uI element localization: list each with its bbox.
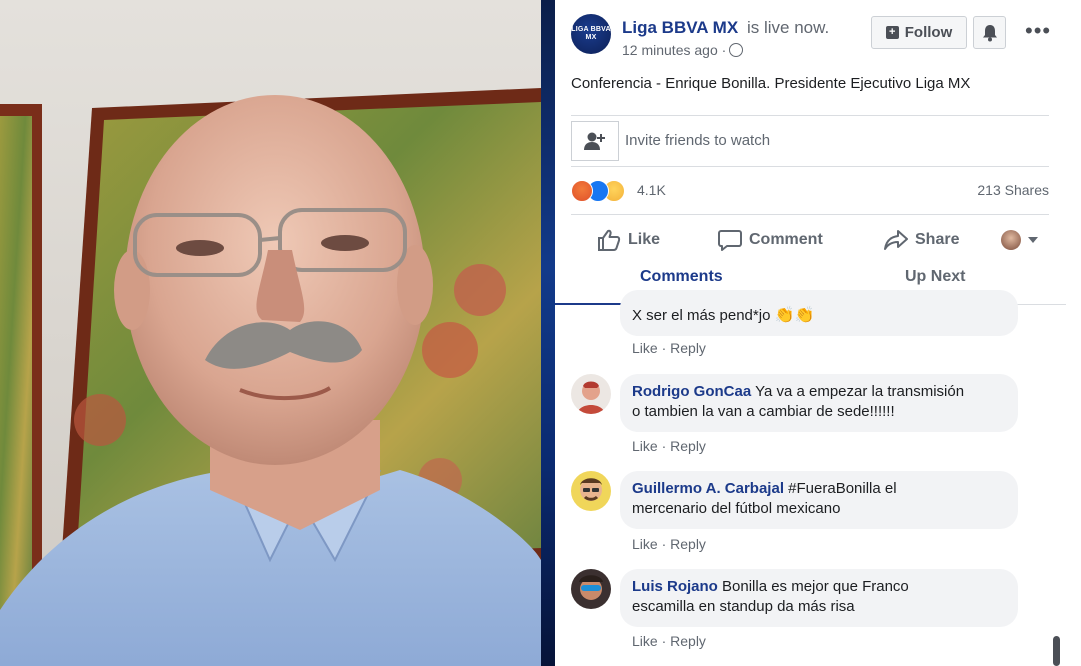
comment-button[interactable]: Comment	[718, 229, 823, 251]
comment-reply-link[interactable]: Reply	[670, 536, 706, 552]
tab-up-next[interactable]: Up Next	[905, 268, 965, 286]
add-friend-icon	[584, 132, 605, 150]
follow-plus-icon: +	[885, 26, 899, 39]
comment-text: #FueraBonilla el	[788, 480, 897, 497]
more-options-icon[interactable]: •••	[1025, 18, 1051, 44]
avatar-image	[571, 374, 611, 414]
commenter-avatar[interactable]	[571, 471, 611, 511]
reaction-count[interactable]: 4.1K	[637, 182, 666, 198]
comment-bubble: Rodrigo GonCaa Ya va a empezar la transm…	[620, 374, 1018, 432]
live-status: is live now.	[747, 18, 830, 37]
comment-meta: Like · Reply	[632, 536, 706, 552]
video-frame	[0, 0, 541, 666]
divider	[541, 0, 555, 666]
share-icon	[884, 230, 908, 250]
comment-meta: Like · Reply	[632, 340, 706, 356]
follow-button[interactable]: + Follow	[871, 16, 967, 49]
comment-reply-link[interactable]: Reply	[670, 438, 706, 454]
clapping-hands-emoji: 👏👏	[774, 307, 815, 324]
divider-line	[571, 166, 1049, 167]
live-video[interactable]	[0, 0, 541, 666]
shares-count[interactable]: 213 Shares	[977, 182, 1049, 198]
time-label: 12 minutes ago ·	[622, 42, 727, 58]
comment-text-cont: mercenario del fútbol mexicano	[632, 500, 841, 517]
comment-reply-link[interactable]: Reply	[670, 633, 706, 649]
comment-like-link[interactable]: Like	[632, 438, 658, 454]
tab-comments[interactable]: Comments	[640, 268, 723, 286]
like-button[interactable]: Like	[597, 229, 660, 251]
comment-text-cont: escamilla en standup da más risa	[632, 598, 855, 615]
avatar-image	[571, 471, 611, 511]
live-sidebar: LIGA BBVA MX Liga BBVA MX is live now. 1…	[555, 0, 1066, 666]
invite-friends-button[interactable]	[571, 121, 619, 161]
commenter-name[interactable]: Guillermo A. Carbajal	[632, 480, 784, 497]
post-time[interactable]: 12 minutes ago ·	[622, 42, 744, 58]
divider-line	[571, 214, 1049, 215]
angry-reaction-icon	[571, 180, 593, 202]
page-name-link[interactable]: Liga BBVA MX	[622, 18, 738, 38]
chevron-down-icon[interactable]	[1028, 237, 1038, 243]
thumbs-up-icon	[598, 229, 621, 251]
scrollbar-thumb[interactable]	[1053, 636, 1060, 666]
scrollbar-track[interactable]	[1066, 0, 1081, 666]
comment-label: Comment	[749, 231, 823, 248]
like-label: Like	[628, 231, 661, 248]
comment-icon	[718, 230, 742, 251]
comment-like-link[interactable]: Like	[632, 536, 658, 552]
share-label: Share	[915, 231, 960, 248]
actor-selector-avatar[interactable]	[1001, 230, 1021, 250]
logo-text: LIGA BBVA MX	[571, 26, 611, 41]
invite-friends-input[interactable]: Invite friends to watch	[625, 132, 770, 149]
share-button[interactable]: Share	[884, 229, 959, 251]
comment-text: Ya va a empezar la transmisión	[755, 383, 965, 400]
comment-text: X ser el más pend*jo	[632, 307, 771, 324]
commenter-name[interactable]: Luis Rojano	[632, 578, 718, 595]
commenter-name[interactable]: Rodrigo GonCaa	[632, 383, 751, 400]
comment-like-link[interactable]: Like	[632, 633, 658, 649]
post-description: Conferencia - Enrique Bonilla. President…	[571, 75, 971, 92]
comment-bubble: X ser el más pend*jo 👏👏	[620, 290, 1018, 336]
reactions-summary[interactable]	[571, 180, 631, 202]
comment-bubble: Guillermo A. Carbajal #FueraBonilla el m…	[620, 471, 1018, 529]
follow-label: Follow	[904, 24, 953, 41]
notification-bell-button[interactable]	[973, 16, 1006, 49]
commenter-avatar[interactable]	[571, 374, 611, 414]
divider-line	[571, 115, 1049, 116]
page-avatar[interactable]: LIGA BBVA MX	[571, 14, 611, 54]
globe-icon	[729, 43, 744, 57]
commenter-avatar[interactable]	[571, 569, 611, 609]
comment-bubble: Luis Rojano Bonilla es mejor que Franco …	[620, 569, 1018, 627]
comment-text-cont: o tambien la van a cambiar de sede!!!!!!	[632, 403, 895, 420]
avatar-image	[571, 569, 611, 609]
bell-icon	[982, 24, 997, 41]
comment-meta: Like · Reply	[632, 438, 706, 454]
comment-like-link[interactable]: Like	[632, 340, 658, 356]
comment-text: Bonilla es mejor que Franco	[722, 578, 909, 595]
comment-reply-link[interactable]: Reply	[670, 340, 706, 356]
comment-meta: Like · Reply	[632, 633, 706, 649]
